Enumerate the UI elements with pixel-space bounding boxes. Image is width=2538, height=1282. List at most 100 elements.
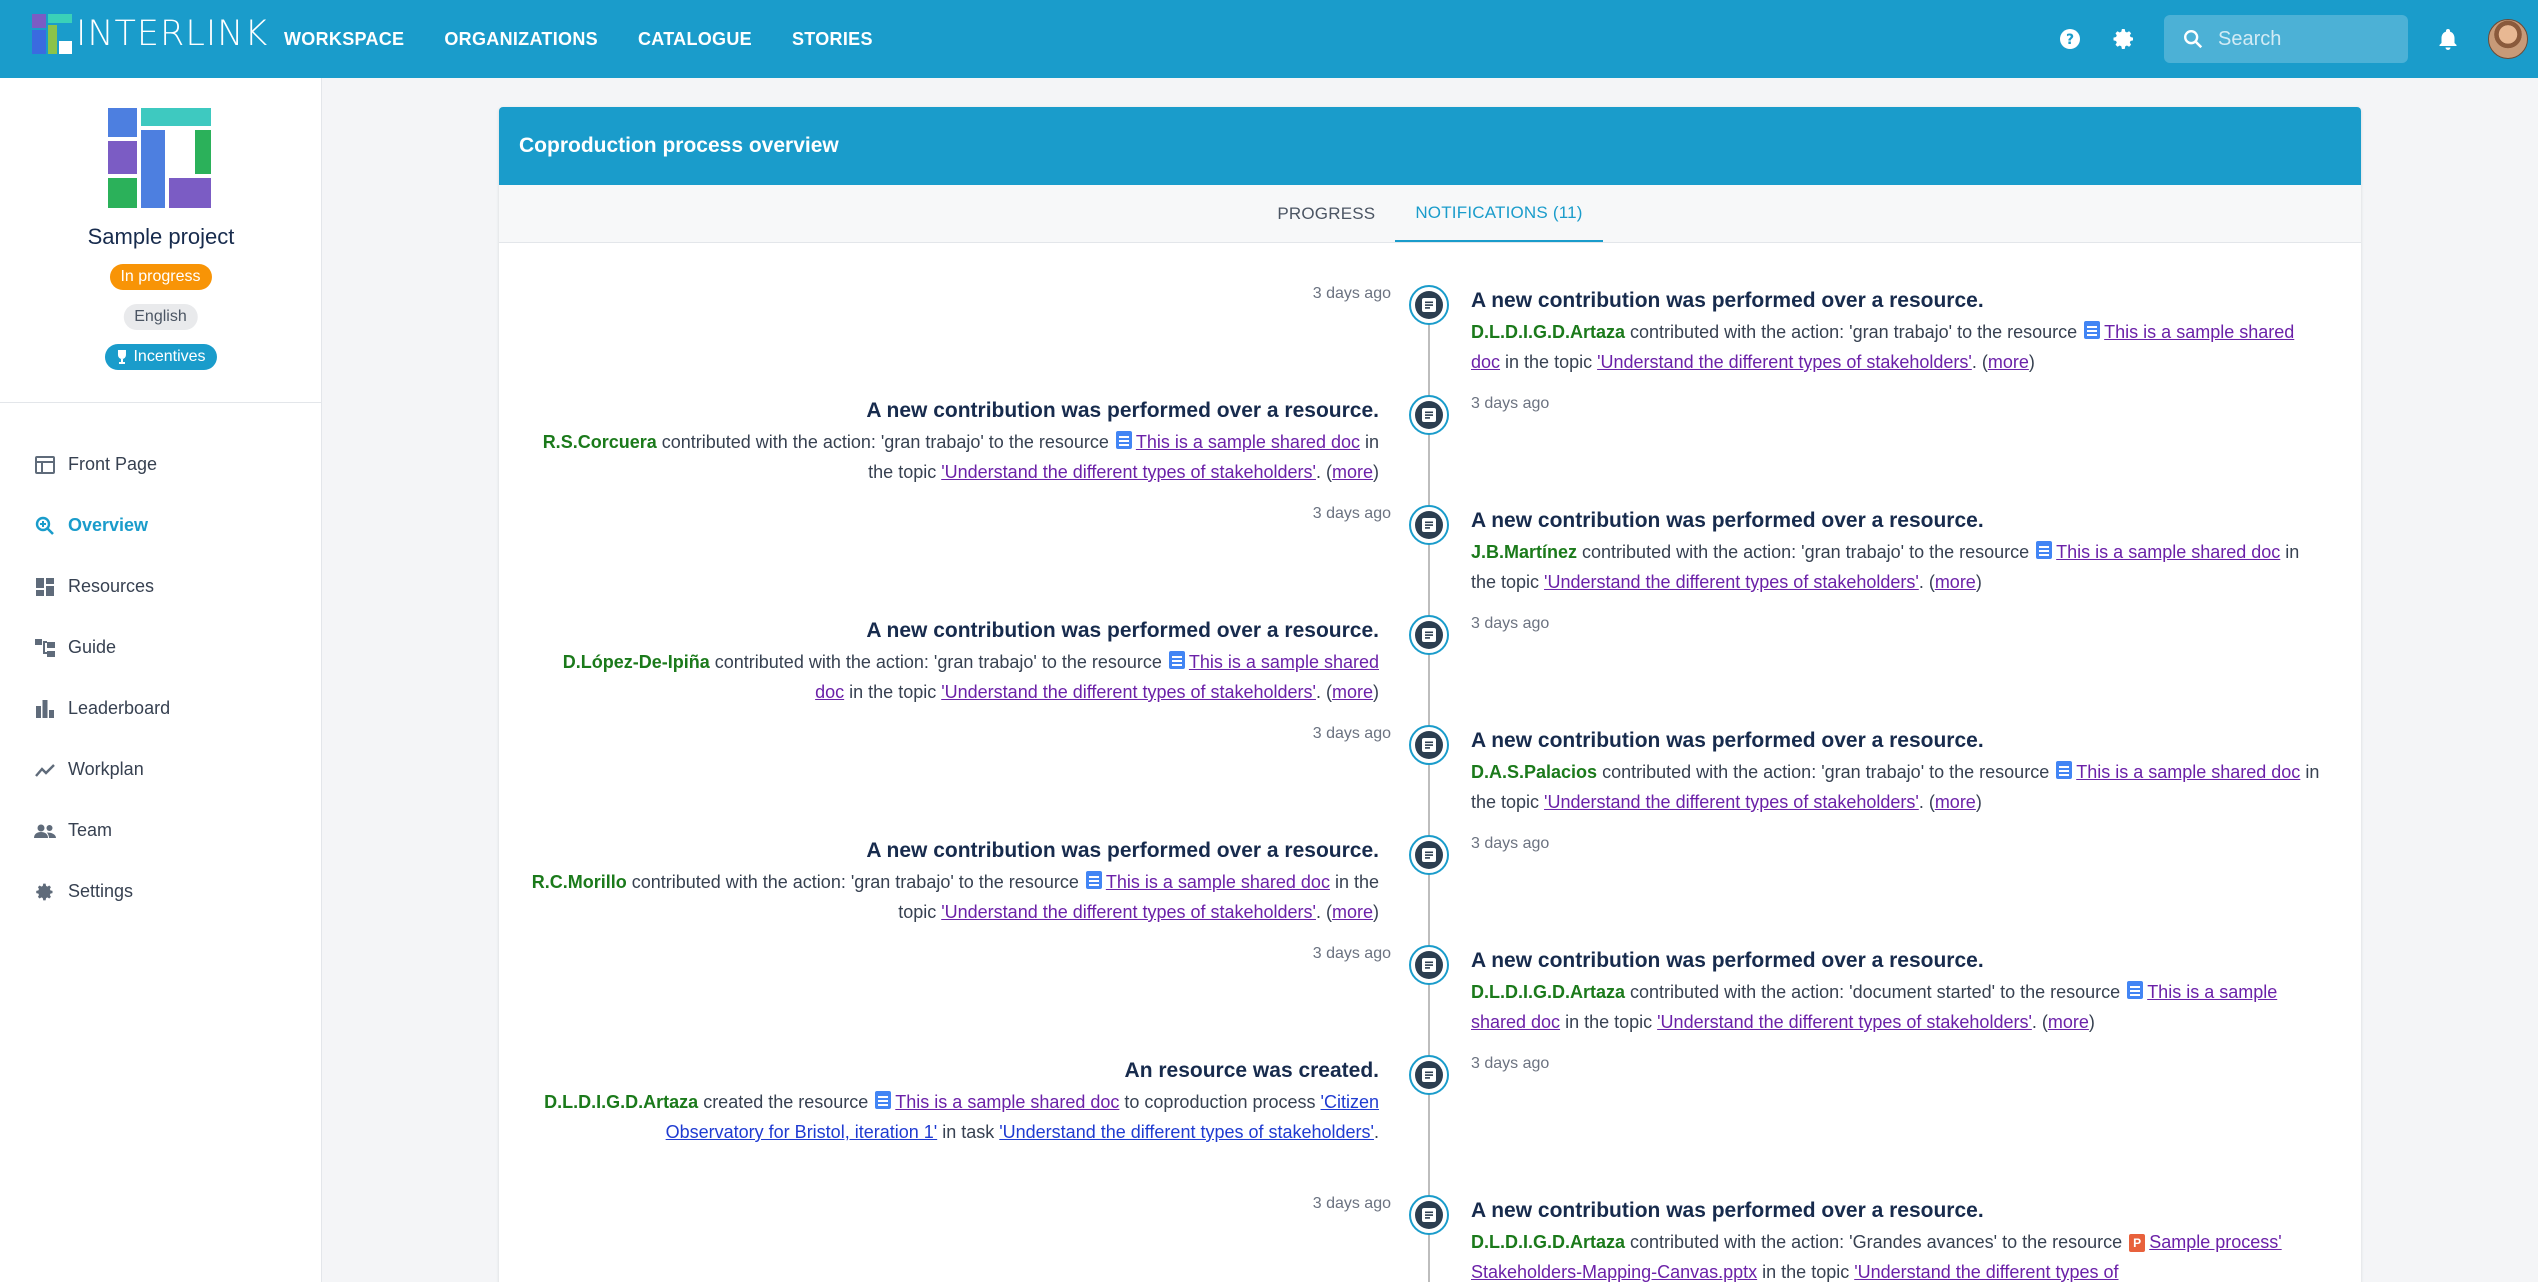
sidebar-item-overview[interactable]: Overview xyxy=(0,495,321,556)
sidebar-item-guide[interactable]: Guide xyxy=(0,617,321,678)
notification-text: contributed with the action: 'gran traba… xyxy=(1577,542,2035,562)
notification-title: A new contribution was performed over a … xyxy=(866,619,1379,642)
resource-link[interactable]: This is a sample shared doc xyxy=(1136,432,1360,452)
more-link[interactable]: more xyxy=(1988,352,2029,372)
notification-dot xyxy=(1409,505,1449,545)
logo-text: INTERLINK xyxy=(76,14,269,54)
topic-link[interactable]: 'Understand the different types of stake… xyxy=(1597,352,1972,372)
user-name[interactable]: D.L.D.I.G.D.Artaza xyxy=(544,1092,698,1112)
interlink-logo[interactable]: INTERLINK xyxy=(30,12,268,56)
topic-link[interactable]: 'Understand the different types of xyxy=(1854,1262,2118,1282)
notification-body: R.S.Corcuera contributed with the action… xyxy=(529,427,1379,487)
help-icon[interactable]: ? xyxy=(2056,25,2084,53)
user-name[interactable]: J.B.Martínez xyxy=(1471,542,1577,562)
user-name[interactable]: D.López-De-Ipiña xyxy=(563,652,710,672)
bell-icon[interactable] xyxy=(2434,25,2462,53)
sidebar-item-resources[interactable]: Resources xyxy=(0,556,321,617)
sidebar-item-team[interactable]: Team xyxy=(0,800,321,861)
notification-title: A new contribution was performed over a … xyxy=(1471,289,1984,312)
sidebar-item-settings[interactable]: Settings xyxy=(0,861,321,922)
notification-dot xyxy=(1409,835,1449,875)
notification-dot xyxy=(1409,725,1449,765)
notification-text: in task xyxy=(937,1122,1000,1142)
nav-organizations[interactable]: ORGANIZATIONS xyxy=(444,29,598,50)
notification-title: A new contribution was performed over a … xyxy=(866,839,1379,862)
google-doc-icon xyxy=(2084,321,2101,339)
notification-dot xyxy=(1409,615,1449,655)
resource-link[interactable]: This is a sample shared doc xyxy=(895,1092,1119,1112)
nav-stories[interactable]: STORIES xyxy=(792,29,873,50)
incentives-badge[interactable]: Incentives xyxy=(104,344,217,370)
notification-text: . ( xyxy=(1971,352,1988,372)
task-link[interactable]: 'Understand the different types of stake… xyxy=(999,1122,1374,1142)
status-badge: In progress xyxy=(109,264,212,290)
user-name[interactable]: D.L.D.I.G.D.Artaza xyxy=(1471,322,1625,342)
notification-text: created the resource xyxy=(698,1092,874,1112)
notes-icon xyxy=(1422,628,1436,642)
user-name[interactable]: D.A.S.Palacios xyxy=(1471,762,1597,782)
sidebar-item-label: Team xyxy=(68,820,113,840)
project-logo xyxy=(108,108,211,208)
notification-title: A new contribution was performed over a … xyxy=(1471,509,1984,532)
google-doc-icon xyxy=(2036,541,2053,559)
notification-title: A new contribution was performed over a … xyxy=(1471,729,1984,752)
resource-link[interactable]: This is a sample shared doc xyxy=(2076,762,2300,782)
notification-time: 3 days ago xyxy=(1471,615,1550,632)
notification-body: D.López-De-Ipiña contributed with the ac… xyxy=(529,647,1379,707)
topic-link[interactable]: 'Understand the different types of stake… xyxy=(1544,572,1919,592)
notes-icon xyxy=(1422,298,1436,312)
sidebar-item-workplan[interactable]: Workplan xyxy=(0,739,321,800)
notification-time: 3 days ago xyxy=(1312,725,1391,742)
notification-text: to coproduction process xyxy=(1119,1092,1321,1112)
user-name[interactable]: D.L.D.I.G.D.Artaza xyxy=(1471,982,1625,1002)
gear-icon[interactable] xyxy=(2110,25,2138,53)
user-name[interactable]: D.L.D.I.G.D.Artaza xyxy=(1471,1232,1625,1252)
topic-link[interactable]: 'Understand the different types of stake… xyxy=(941,902,1316,922)
sidebar-divider xyxy=(0,402,321,403)
nav-catalogue[interactable]: CATALOGUE xyxy=(638,29,752,50)
user-avatar[interactable] xyxy=(2488,19,2528,59)
topic-link[interactable]: 'Understand the different types of stake… xyxy=(1544,792,1919,812)
google-doc-icon xyxy=(1168,651,1185,669)
search-box[interactable] xyxy=(2164,15,2408,63)
settings-icon xyxy=(34,881,56,903)
more-link[interactable]: more xyxy=(2048,1012,2089,1032)
sidebar-item-leaderboard[interactable]: Leaderboard xyxy=(0,678,321,739)
notification-text: ) xyxy=(2028,352,2035,372)
notification-time: 3 days ago xyxy=(1312,1195,1391,1212)
search-input[interactable] xyxy=(2218,27,2388,51)
nav-workspace[interactable]: WORKSPACE xyxy=(284,29,404,50)
sidebar-item-label: Leaderboard xyxy=(68,698,171,718)
notification-text: contributed with the action: 'gran traba… xyxy=(1625,322,2083,342)
workplan-icon xyxy=(34,759,56,781)
sidebar-item-label: Overview xyxy=(68,515,149,535)
resource-link[interactable]: This is a sample shared doc xyxy=(1106,872,1330,892)
notification-text: . ( xyxy=(1315,682,1332,702)
topic-link[interactable]: 'Understand the different types of stake… xyxy=(941,682,1316,702)
topic-link[interactable]: 'Understand the different types of stake… xyxy=(1657,1012,2032,1032)
notification-text: . ( xyxy=(1315,462,1332,482)
notification-item: A new contribution was performed over a … xyxy=(1471,945,2321,1037)
sidebar-item-front-page[interactable]: Front Page xyxy=(0,434,321,495)
notification-item: A new contribution was performed over a … xyxy=(1471,725,2321,817)
sidebar-item-label: Resources xyxy=(68,576,155,596)
more-link[interactable]: more xyxy=(1332,682,1373,702)
notification-title: A new contribution was performed over a … xyxy=(1471,949,1984,972)
user-name[interactable]: R.C.Morillo xyxy=(532,872,627,892)
more-link[interactable]: more xyxy=(1935,792,1976,812)
notification-body: D.A.S.Palacios contributed with the acti… xyxy=(1471,757,2321,817)
incentives-label: Incentives xyxy=(133,348,206,365)
more-link[interactable]: more xyxy=(1332,462,1373,482)
tab-notifications[interactable]: NOTIFICATIONS (11) xyxy=(1395,185,1603,242)
resource-link[interactable]: This is a sample shared doc xyxy=(2056,542,2280,562)
more-link[interactable]: more xyxy=(1935,572,1976,592)
more-link[interactable]: more xyxy=(1332,902,1373,922)
user-name[interactable]: R.S.Corcuera xyxy=(543,432,657,452)
notification-text: . xyxy=(1373,1122,1379,1142)
notification-text: contributed with the action: 'gran traba… xyxy=(709,652,1167,672)
topic-link[interactable]: 'Understand the different types of stake… xyxy=(941,462,1316,482)
notification-text: ) xyxy=(1373,682,1379,702)
notification-time: 3 days ago xyxy=(1312,945,1391,962)
tab-progress[interactable]: PROGRESS xyxy=(1257,185,1395,242)
notification-text: ) xyxy=(1373,462,1379,482)
